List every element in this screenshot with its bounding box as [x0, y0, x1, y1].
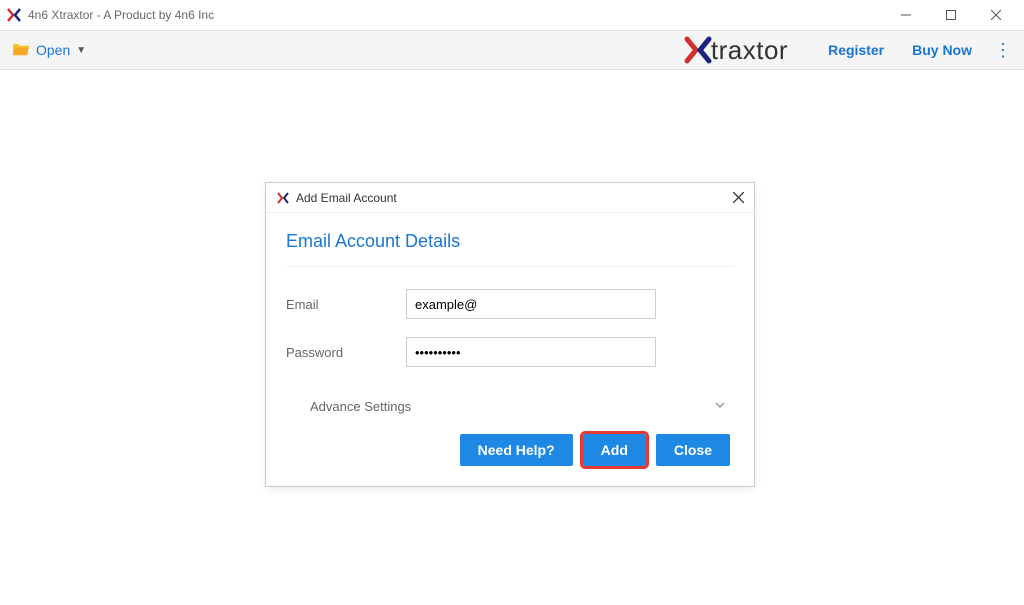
window-title: 4n6 Xtraxtor - A Product by 4n6 Inc [28, 8, 883, 22]
app-icon [6, 7, 22, 23]
chevron-down-icon: ▼ [76, 45, 86, 56]
dialog-app-icon [276, 191, 290, 205]
dialog-heading: Email Account Details [286, 231, 734, 267]
advance-settings-toggle[interactable]: Advance Settings [286, 385, 734, 428]
titlebar: 4n6 Xtraxtor - A Product by 4n6 Inc [0, 0, 1024, 30]
window-controls [883, 0, 1018, 30]
more-icon[interactable]: ⋮ [994, 40, 1012, 61]
close-button[interactable]: Close [656, 434, 730, 466]
dialog-close-icon[interactable] [733, 190, 744, 206]
open-button[interactable]: Open ▼ [12, 42, 86, 58]
dialog-titlebar: Add Email Account [266, 183, 754, 213]
register-link[interactable]: Register [828, 42, 884, 58]
email-row: Email [286, 289, 734, 319]
password-label: Password [286, 345, 406, 360]
minimize-button[interactable] [883, 0, 928, 30]
close-window-button[interactable] [973, 0, 1018, 30]
dialog-body: Email Account Details Email Password Adv… [266, 213, 754, 486]
password-input[interactable] [406, 337, 656, 367]
folder-icon [12, 43, 30, 57]
need-help-button[interactable]: Need Help? [460, 434, 573, 466]
maximize-button[interactable] [928, 0, 973, 30]
email-input[interactable] [406, 289, 656, 319]
email-label: Email [286, 297, 406, 312]
chevron-down-icon [714, 399, 726, 414]
dialog-title-text: Add Email Account [296, 191, 733, 205]
brand-text: traxtor [711, 35, 788, 66]
advance-settings-label: Advance Settings [310, 399, 411, 414]
add-email-account-dialog: Add Email Account Email Account Details … [265, 182, 755, 487]
dialog-footer: Need Help? Add Close [286, 434, 734, 466]
buy-now-link[interactable]: Buy Now [912, 42, 972, 58]
toolbar: Open ▼ traxtor Register Buy Now ⋮ [0, 30, 1024, 70]
password-row: Password [286, 337, 734, 367]
brand-logo: traxtor [683, 35, 788, 66]
open-label: Open [36, 42, 70, 58]
add-button[interactable]: Add [583, 434, 646, 466]
